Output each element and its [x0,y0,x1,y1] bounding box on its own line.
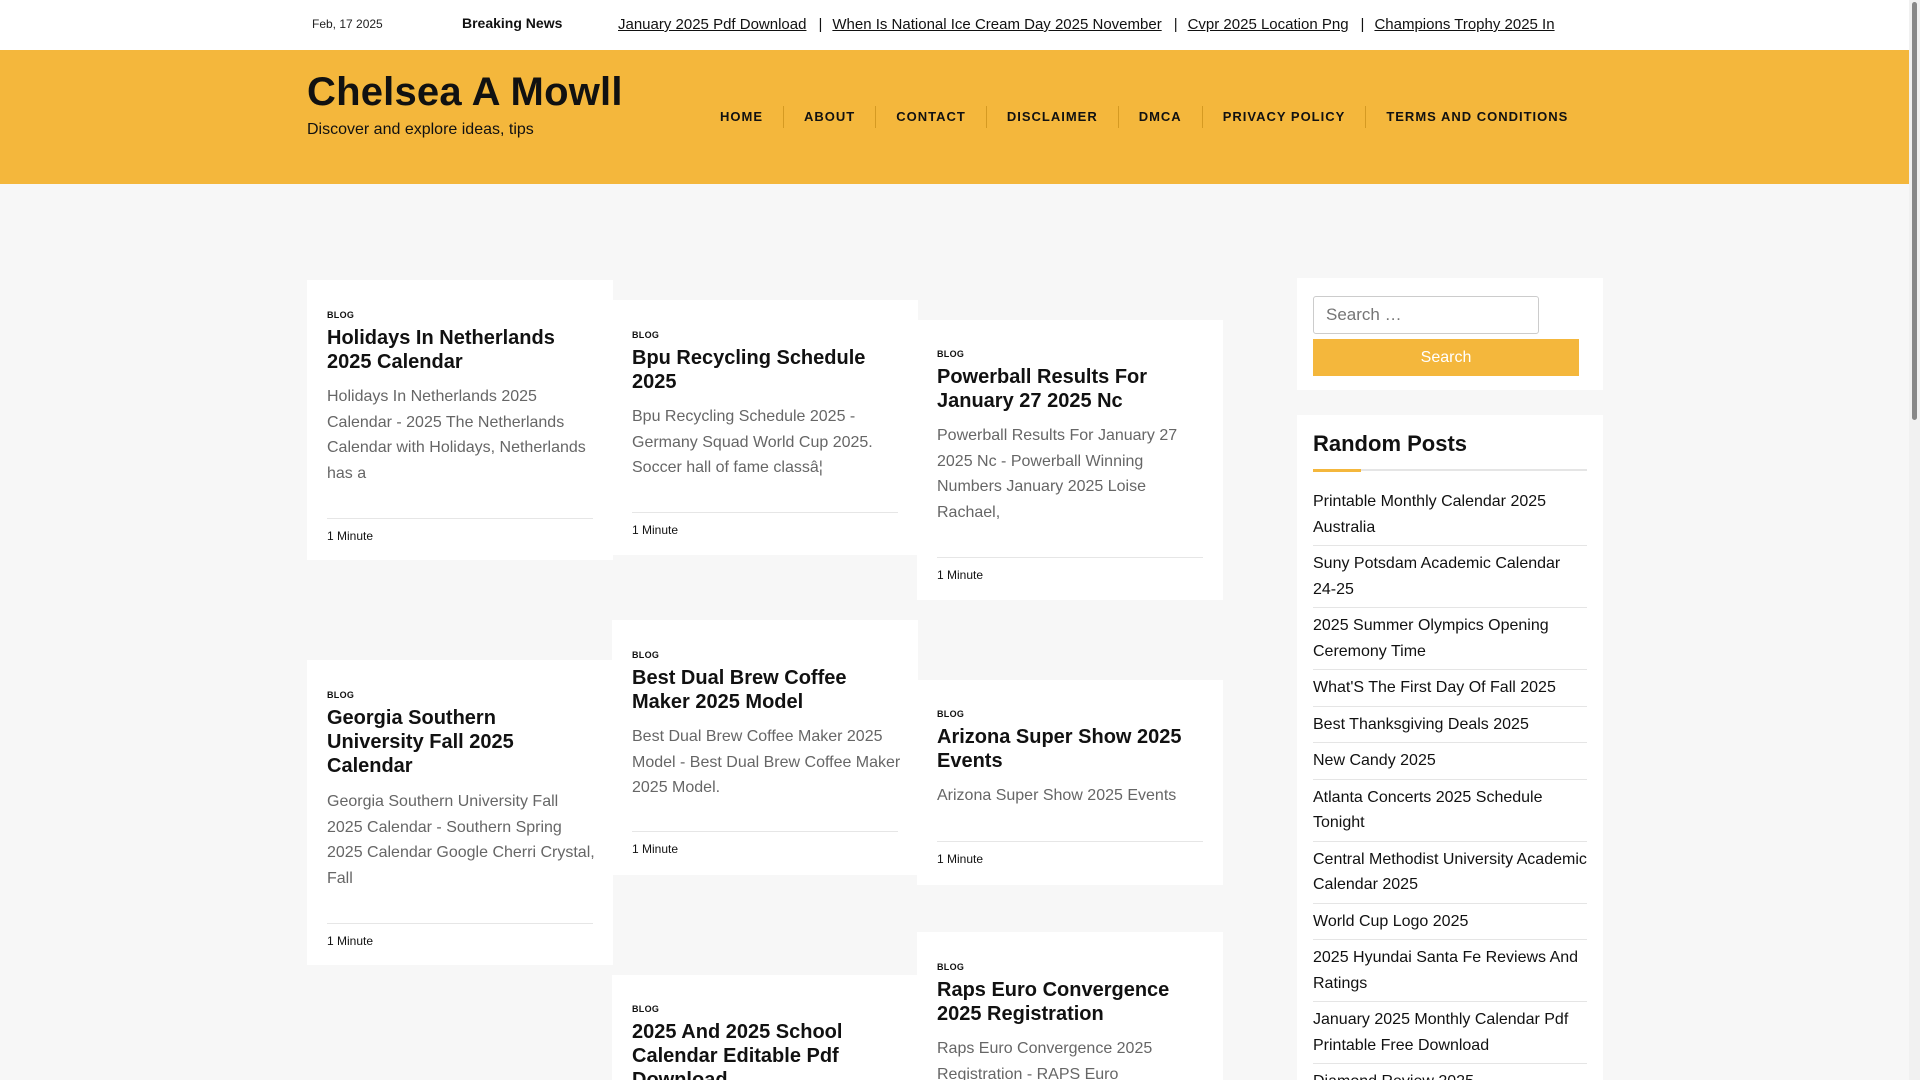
post-category[interactable]: BLOG [632,330,659,340]
post-excerpt: Georgia Southern University Fall 2025 Ca… [327,793,595,887]
widget-title: Random Posts [1313,431,1468,456]
post-card: BLOG Bpu Recycling Schedule 2025 Bpu Rec… [612,300,918,555]
post-title[interactable]: Best Dual Brew Coffee Maker 2025 Model [632,666,902,714]
post-category[interactable]: BLOG [632,1004,659,1014]
post-title[interactable]: Arizona Super Show 2025 Events [937,725,1207,773]
post-title[interactable]: Georgia Southern University Fall 2025 Ca… [327,706,597,778]
post-excerpt: Powerball Results For January 27 2025 Nc… [937,427,1178,521]
post-category[interactable]: BLOG [937,962,964,972]
nav-dmca[interactable]: DMCA [1117,106,1202,128]
post-title[interactable]: Holidays In Netherlands 2025 Calendar [327,326,597,374]
random-post-link[interactable]: What'S The First Day Of Fall 2025 [1313,675,1587,707]
post-category[interactable]: BLOG [327,310,354,320]
card-divider [632,831,898,832]
search-widget: Search [1297,278,1603,390]
search-input[interactable] [1313,296,1539,334]
ticker-separator: | [1173,16,1178,33]
post-card: BLOG Raps Euro Convergence 2025 Registra… [917,932,1223,1080]
top-bar: Feb, 17 2025 Breaking News January 2025 … [0,0,1909,50]
card-divider [937,557,1203,558]
post-category[interactable]: BLOG [937,349,964,359]
nav-about[interactable]: ABOUT [783,106,875,128]
nav-contact[interactable]: CONTACT [875,106,986,128]
read-time: 1 Minute [937,568,984,582]
read-time: 1 Minute [632,523,679,537]
post-card: BLOG Arizona Super Show 2025 Events Ariz… [917,680,1223,885]
post-excerpt: Arizona Super Show 2025 Events [937,787,1177,804]
search-button[interactable]: Search [1313,339,1579,376]
post-excerpt: Best Dual Brew Coffee Maker 2025 Model -… [632,728,901,796]
card-divider [327,518,593,519]
breaking-news-ticker: January 2025 Pdf Download | When Is Nation… [618,0,1618,50]
read-time: 1 Minute [327,529,374,543]
random-post-link[interactable]: Best Thanksgiving Deals 2025 [1313,712,1587,743]
card-divider [632,512,898,513]
ticker-link[interactable]: When Is National Ice Cream Day 2025 Nove… [832,0,1161,50]
nav-home[interactable]: HOME [700,106,783,128]
random-post-link[interactable]: Central Methodist University Academic Ca… [1313,847,1587,904]
random-post-link[interactable]: January 2025 Monthly Calendar Pdf Printa… [1313,1007,1587,1064]
random-post-link[interactable]: Suny Potsdam Academic Calendar 24-25 [1313,551,1587,608]
post-title[interactable]: Raps Euro Convergence 2025 Registration [937,978,1207,1026]
random-post-link[interactable]: New Candy 2025 [1313,748,1587,780]
page-scrollbar[interactable] [1909,0,1920,1080]
post-category[interactable]: BLOG [327,690,354,700]
post-excerpt: Holidays In Netherlands 2025 Calendar - … [327,388,586,482]
post-excerpt: Bpu Recycling Schedule 2025 - Germany Sq… [632,408,873,476]
card-divider [327,923,593,924]
post-category[interactable]: BLOG [632,650,659,660]
random-post-link[interactable]: Atlanta Concerts 2025 Schedule Tonight [1313,785,1587,842]
random-post-link[interactable]: 2025 Hyundai Santa Fe Reviews And Rating… [1313,945,1587,1002]
site-tagline: Discover and explore ideas, tips [307,121,534,138]
post-card: BLOG Powerball Results For January 27 20… [917,320,1223,600]
post-title[interactable]: Bpu Recycling Schedule 2025 [632,346,902,394]
post-title[interactable]: Powerball Results For January 27 2025 Nc [937,365,1207,413]
ticker-link[interactable]: Cvpr 2025 Location Png [1188,0,1349,50]
nav-privacy-policy[interactable]: PRIVACY POLICY [1201,106,1366,128]
post-card: BLOG Holidays In Netherlands 2025 Calend… [307,280,613,560]
ticker-link[interactable]: Champions Trophy 2025 In [1374,0,1554,50]
site-title[interactable]: Chelsea A Mowll [307,70,623,115]
read-time: 1 Minute [937,852,984,866]
random-post-link[interactable]: Diamond Review 2025 [1313,1069,1587,1080]
site-header: Chelsea A Mowll Discover and explore ide… [0,50,1909,184]
random-posts-list: Printable Monthly Calendar 2025 Australi… [1313,489,1587,1080]
nav-terms-and-conditions[interactable]: TERMS AND CONDITIONS [1365,106,1588,128]
post-card: BLOG Georgia Southern University Fall 20… [307,660,613,965]
card-divider [937,841,1203,842]
ticker-separator: | [1360,16,1365,33]
post-category[interactable]: BLOG [937,709,964,719]
ticker-link[interactable]: January 2025 Pdf Download [618,0,806,50]
random-post-link[interactable]: 2025 Summer Olympics Opening Ceremony Ti… [1313,613,1587,670]
nav-disclaimer[interactable]: DISCLAIMER [985,106,1118,128]
post-card: BLOG 2025 And 2025 School Calendar Edita… [612,975,918,1080]
scrollbar-thumb[interactable] [1912,2,1917,420]
read-time: 1 Minute [632,842,679,856]
breaking-news-label: Breaking News [462,15,563,31]
random-posts-widget: Random Posts Printable Monthly Calendar … [1297,415,1603,1080]
current-date: Feb, 17 2025 [312,17,383,31]
read-time: 1 Minute [327,934,374,948]
post-title[interactable]: 2025 And 2025 School Calendar Editable P… [632,1020,902,1080]
widget-title-underline [1313,468,1587,472]
ticker-separator: | [818,16,823,33]
post-card: BLOG Best Dual Brew Coffee Maker 2025 Mo… [612,620,918,875]
post-excerpt: Raps Euro Convergence 2025 Registration … [937,1040,1153,1080]
random-post-link[interactable]: World Cup Logo 2025 [1313,909,1587,940]
main-nav: HOME ABOUT CONTACT DISCLAIMER DMCA PRIVA… [700,106,1588,128]
random-post-link[interactable]: Printable Monthly Calendar 2025 Australi… [1313,489,1587,546]
